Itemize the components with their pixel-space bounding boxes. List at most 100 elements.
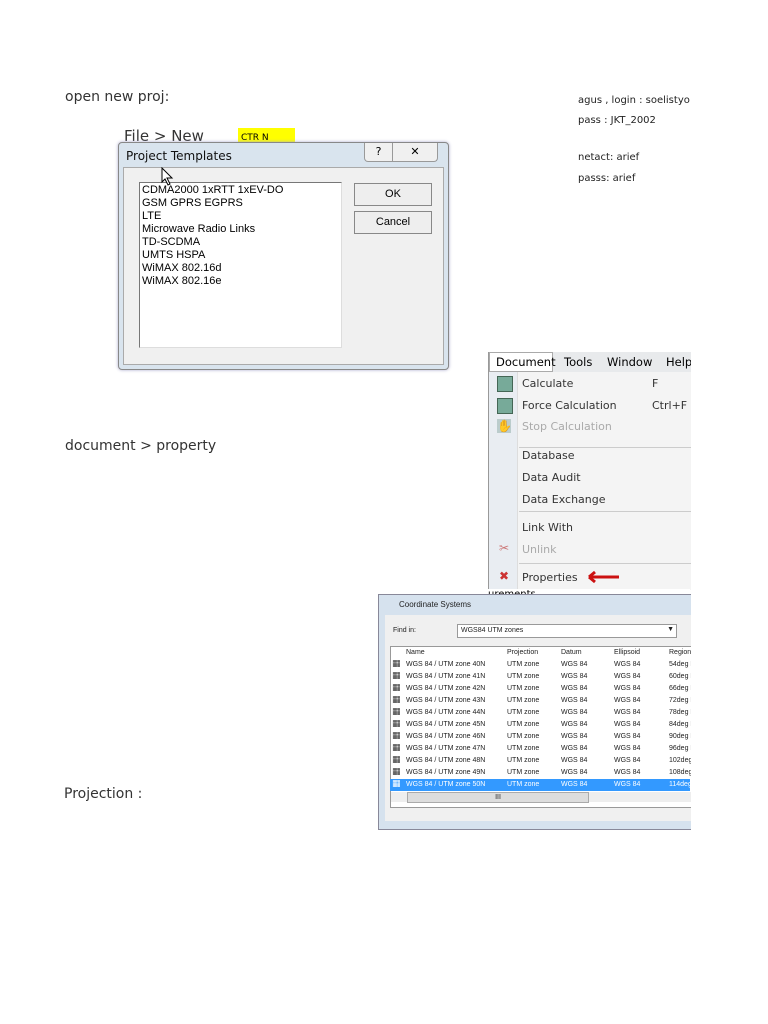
menu-item-label: Data Exchange bbox=[522, 493, 606, 506]
close-button[interactable]: ✕ bbox=[392, 143, 438, 162]
menu-item-link-with[interactable]: Link With bbox=[522, 521, 573, 534]
table-header: Name Projection Datum Ellipsoid Region bbox=[390, 647, 691, 659]
grid-icon: ▦ bbox=[392, 695, 401, 705]
help-button[interactable]: ? bbox=[364, 143, 393, 162]
table-cell: WGS 84 bbox=[561, 709, 588, 716]
table-row[interactable]: WGS 84 / UTM zone 42N UTM zone WGS 84 WGS 8… bbox=[390, 683, 691, 695]
menu-item-label: Force Calculation bbox=[522, 399, 617, 412]
table-cell: WGS 84 / UTM zone 45N bbox=[406, 721, 486, 728]
coordinate-systems-dialog: Coordinate Systems Find in: WGS84 UTM zo… bbox=[378, 594, 691, 830]
table-cell: UTM zone bbox=[507, 721, 540, 728]
table-cell: WGS 84 bbox=[614, 733, 641, 740]
template-item[interactable]: Microwave Radio Links bbox=[142, 223, 339, 236]
table-cell: WGS 84 bbox=[561, 721, 588, 728]
menu-item-label: Calculate bbox=[522, 377, 574, 390]
menu-item-database[interactable]: Database bbox=[522, 449, 575, 462]
table-cell: 66deg E bbox=[669, 685, 691, 692]
table-cell: 96deg E bbox=[669, 745, 691, 752]
table-row[interactable]: WGS 84 / UTM zone 47N UTM zone WGS 84 WGS 8… bbox=[390, 743, 691, 755]
menu-item-calculate[interactable]: Calculate F bbox=[522, 377, 658, 390]
cancel-button[interactable]: Cancel bbox=[354, 211, 432, 234]
template-item[interactable]: UMTS HSPA bbox=[142, 249, 339, 262]
find-in-select[interactable]: WGS84 UTM zones ▼ bbox=[457, 624, 677, 638]
menu-item-data-exchange[interactable]: Data Exchange bbox=[522, 493, 606, 506]
table-cell: WGS 84 bbox=[561, 685, 588, 692]
table-cell: 102deg E bbox=[669, 757, 691, 764]
table-cell: WGS 84 bbox=[614, 673, 641, 680]
table-cell: 84deg E bbox=[669, 721, 691, 728]
template-item[interactable]: LTE bbox=[142, 210, 339, 223]
table-row[interactable]: WGS 84 / UTM zone 43N UTM zone WGS 84 WGS 8… bbox=[390, 695, 691, 707]
table-cell: 72deg E bbox=[669, 697, 691, 704]
column-header: Ellipsoid bbox=[614, 649, 641, 656]
table-cell: UTM zone bbox=[507, 745, 540, 752]
dialog-title: Project Templates bbox=[126, 149, 232, 163]
stop-calc-icon: ✋ bbox=[497, 419, 512, 433]
table-cell: WGS 84 / UTM zone 48N bbox=[406, 757, 486, 764]
menu-help[interactable]: Help bbox=[666, 355, 691, 369]
menu-item-label: Data Audit bbox=[522, 471, 581, 484]
table-cell: 108deg E bbox=[669, 769, 691, 776]
table-cell: WGS 84 bbox=[614, 685, 641, 692]
table-cell: UTM zone bbox=[507, 757, 540, 764]
column-header: Datum bbox=[561, 649, 582, 656]
table-row[interactable]: WGS 84 / UTM zone 45N UTM zone WGS 84 WGS 8… bbox=[390, 719, 691, 731]
column-header: Region bbox=[669, 649, 691, 656]
grid-icon: ▦ bbox=[392, 707, 401, 717]
grid-icon: ▦ bbox=[392, 755, 401, 765]
template-item[interactable]: WiMAX 802.16d bbox=[142, 262, 339, 275]
table-row[interactable]: WGS 84 / UTM zone 48N UTM zone WGS 84 WGS 8… bbox=[390, 755, 691, 767]
properties-tools-icon: ✖ bbox=[498, 569, 510, 583]
table-cell: WGS 84 / UTM zone 44N bbox=[406, 709, 486, 716]
menu-item-label: Stop Calculation bbox=[522, 420, 612, 433]
table-row[interactable]: WGS 84 / UTM zone 46N UTM zone WGS 84 WGS 8… bbox=[390, 731, 691, 743]
grid-icon: ▦ bbox=[392, 731, 401, 741]
table-cell: WGS 84 bbox=[614, 709, 641, 716]
table-cell: WGS 84 bbox=[614, 721, 641, 728]
note-pass: pass : JKT_2002 bbox=[578, 115, 656, 126]
menu-window[interactable]: Window bbox=[607, 355, 652, 369]
template-item[interactable]: WiMAX 802.16e bbox=[142, 275, 339, 288]
table-cell: WGS 84 bbox=[561, 745, 588, 752]
table-cell: WGS 84 bbox=[561, 781, 588, 788]
table-cell: 78deg E bbox=[669, 709, 691, 716]
find-in-value: WGS84 UTM zones bbox=[461, 627, 524, 634]
menu-item-data-audit[interactable]: Data Audit bbox=[522, 471, 581, 484]
table-row[interactable]: WGS 84 / UTM zone 50N UTM zone WGS 84 WGS 8… bbox=[390, 779, 691, 791]
column-header: Name bbox=[406, 649, 425, 656]
grid-icon: ▦ bbox=[392, 719, 401, 729]
grid-icon: ▦ bbox=[392, 683, 401, 693]
table-cell: WGS 84 / UTM zone 50N bbox=[406, 781, 486, 788]
ok-button[interactable]: OK bbox=[354, 183, 432, 206]
template-list[interactable]: CDMA2000 1xRTT 1xEV-DO GSM GPRS EGPRS LTE M… bbox=[139, 182, 342, 348]
table-cell: WGS 84 bbox=[561, 769, 588, 776]
calculator-icon bbox=[497, 376, 513, 392]
table-row[interactable]: WGS 84 / UTM zone 49N UTM zone WGS 84 WGS 8… bbox=[390, 767, 691, 779]
table-cell: UTM zone bbox=[507, 733, 540, 740]
table-cell: UTM zone bbox=[507, 709, 540, 716]
menu-item-force-calculation[interactable]: Force Calculation Ctrl+F bbox=[522, 399, 687, 412]
table-row[interactable]: WGS 84 / UTM zone 44N UTM zone WGS 84 WGS 8… bbox=[390, 707, 691, 719]
menu-item-unlink[interactable]: Unlink bbox=[522, 543, 556, 556]
menu-shortcut: F bbox=[652, 377, 659, 390]
unlink-icon: ✂ bbox=[498, 541, 510, 555]
table-cell: WGS 84 / UTM zone 42N bbox=[406, 685, 486, 692]
table-cell: WGS 84 bbox=[614, 745, 641, 752]
menu-item-label: Unlink bbox=[522, 543, 557, 556]
table-cell: WGS 84 / UTM zone 41N bbox=[406, 673, 486, 680]
table-cell: UTM zone bbox=[507, 697, 540, 704]
scroll-thumb[interactable]: III bbox=[407, 792, 589, 803]
template-item[interactable]: TD-SCDMA bbox=[142, 236, 339, 249]
table-row[interactable]: WGS 84 / UTM zone 41N UTM zone WGS 84 WGS 8… bbox=[390, 671, 691, 683]
horizontal-scrollbar[interactable]: III bbox=[391, 792, 691, 803]
template-item[interactable]: GSM GPRS EGPRS bbox=[142, 197, 339, 210]
table-row[interactable]: WGS 84 / UTM zone 40N UTM zone WGS 84 WGS 8… bbox=[390, 659, 691, 671]
menu-document[interactable]: Document bbox=[496, 355, 556, 369]
table-cell: WGS 84 bbox=[561, 661, 588, 668]
menu-tools[interactable]: Tools bbox=[564, 355, 592, 369]
table-cell: UTM zone bbox=[507, 661, 540, 668]
menu-item-properties[interactable]: Properties bbox=[522, 571, 578, 584]
menu-item-stop-calculation[interactable]: Stop Calculation bbox=[522, 420, 612, 433]
force-calc-icon bbox=[497, 398, 513, 414]
table-cell: 90deg E bbox=[669, 733, 691, 740]
